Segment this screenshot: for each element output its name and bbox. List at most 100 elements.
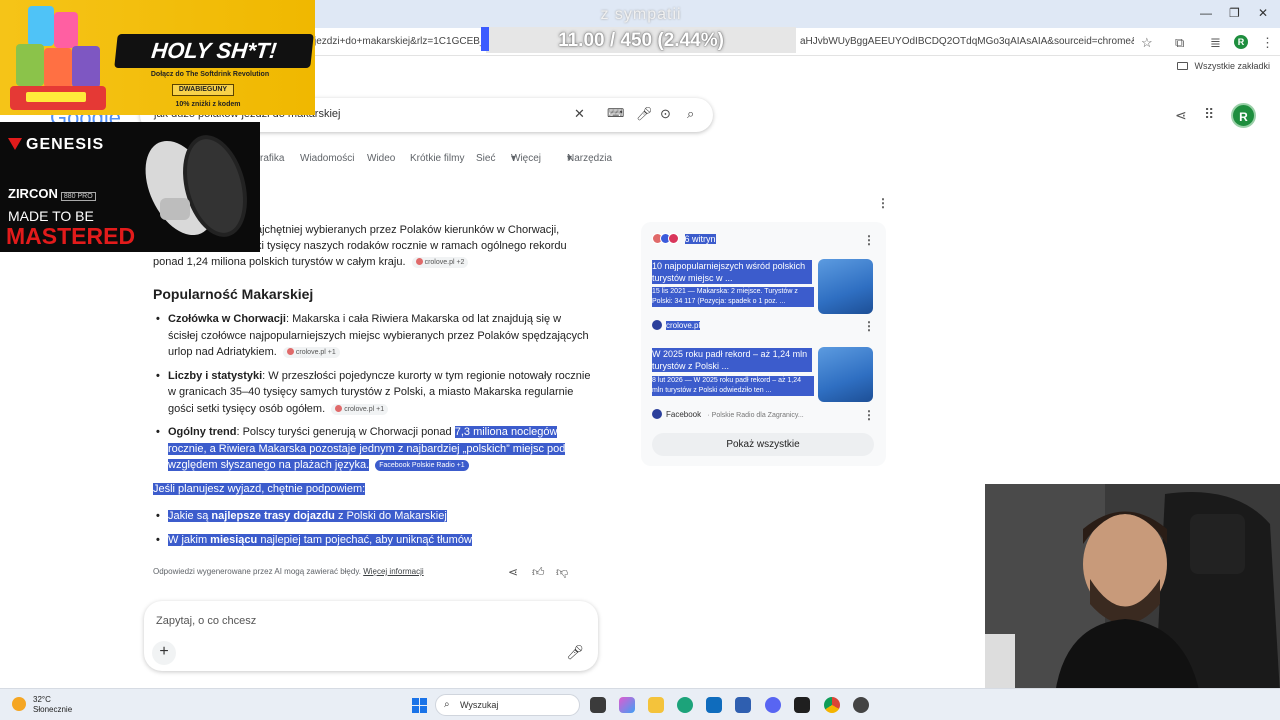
plan-item-text: W jakim (168, 533, 211, 546)
drink-cans-image (10, 6, 106, 110)
citation-chip[interactable]: Facebook Polskie Radio +1 (375, 460, 469, 471)
taskbar: 32°C Słonecznie ⌕ Wyszukaj (0, 688, 1280, 720)
source-line[interactable]: crolove.pl (652, 320, 701, 330)
chrome-icon[interactable] (824, 697, 840, 713)
tab-siec[interactable]: Sieć (476, 153, 495, 164)
source-thumbnail[interactable] (818, 347, 873, 402)
maximize-icon[interactable]: ❐ (1229, 6, 1240, 20)
all-bookmarks[interactable]: Wszystkie zakładki (1177, 61, 1270, 71)
app-icon[interactable] (794, 697, 810, 713)
ai-overview-menu-icon[interactable]: ⋮ (877, 196, 889, 210)
extensions-icon[interactable]: ⧉ (1175, 35, 1184, 51)
add-attachment-button[interactable]: + (152, 641, 176, 665)
share-icon[interactable]: ⋖ (508, 565, 518, 579)
card-menu-icon[interactable]: ⋮ (863, 319, 875, 333)
source-extra: Polskie Radio dla Zagranicy... (711, 412, 804, 419)
store-icon[interactable] (735, 697, 751, 713)
browser-profile-avatar[interactable]: R (1234, 35, 1248, 49)
discord-icon[interactable] (765, 697, 781, 713)
url-text-left[interactable]: jezdzi+do+makarskiej&rlz=1C1GCEB_enP (314, 36, 482, 47)
citation-chip[interactable]: crolove.pl +1 (331, 403, 389, 415)
minimize-icon[interactable]: — (1200, 6, 1212, 20)
share-icon[interactable]: ⋖ (1175, 107, 1187, 124)
close-window-icon[interactable]: ✕ (1258, 6, 1268, 20)
plan-item-bold: miesiącu (210, 533, 258, 546)
source-card-title[interactable]: W 2025 roku padł rekord – aż 1,24 mln tu… (652, 348, 812, 372)
file-explorer-icon[interactable] (648, 697, 664, 713)
sources-menu-icon[interactable]: ⋮ (863, 233, 875, 247)
account-avatar[interactable]: R (1231, 103, 1256, 128)
windows-start-icon[interactable] (412, 698, 427, 713)
folder-icon (1177, 62, 1189, 70)
card-menu-icon[interactable]: ⋮ (863, 408, 875, 422)
tab-wiadomosci[interactable]: Wiadomości (300, 153, 354, 164)
ad-slogan-2: MASTERED (6, 223, 136, 249)
crolove-favicon-icon (652, 320, 662, 330)
ad-discount: 10% zniżki z kodem (175, 101, 241, 108)
show-all-button[interactable]: Pokaż wszystkie (652, 433, 874, 456)
citation-label: crolove.pl +2 (424, 259, 465, 266)
outlook-icon[interactable] (706, 697, 722, 713)
source-name: Facebook (666, 410, 702, 419)
bullet-list: Czołówka w Chorwacji: Makarska i cała Ri… (153, 311, 593, 474)
bullet-text: : Polscy turyści generują w Chorwacji po… (236, 426, 455, 438)
source-card-snippet: 15 lis 2021 — Makarska: 2 miejsce. Turys… (652, 287, 814, 307)
sources-header[interactable]: 6 witryn (652, 233, 716, 246)
search-icon[interactable]: ⌕ (687, 106, 694, 122)
browser-menu-icon[interactable]: ⋮ (1261, 35, 1274, 51)
chevron-down-icon: ▾ (511, 153, 517, 164)
bullet-item: Czołówka w Chorwacji: Makarska i cała Ri… (153, 311, 593, 361)
crolove-favicon-icon (286, 348, 294, 355)
taskbar-search[interactable]: ⌕ Wyszukaj (435, 694, 580, 716)
source-card-title[interactable]: 10 najpopularniejszych wśród polskich tu… (652, 260, 812, 284)
sun-icon (12, 697, 26, 711)
taskbar-search-label: Wyszukaj (460, 700, 499, 710)
weather-widget[interactable]: 32°C Słonecznie (12, 695, 72, 715)
ad-product-badge: 880 PRO (60, 192, 96, 201)
google-apps-icon[interactable]: ⠿ (1204, 106, 1214, 123)
section-heading: Popularność Makarskiej (153, 286, 314, 302)
tab-wideo[interactable]: Wideo (367, 153, 395, 164)
clear-search-icon[interactable]: ✕ (574, 106, 585, 122)
sponsor-banner-mouse: GENESIS ZIRCON 880 PRO MADE TO BE MASTERE… (0, 122, 260, 252)
ask-input[interactable]: Zapytaj, o co chcesz (156, 615, 256, 627)
tab-krotkie-filmy[interactable]: Krótkie filmy (410, 153, 464, 164)
copilot-icon[interactable] (619, 697, 635, 713)
lens-icon[interactable]: ⊙ (660, 106, 671, 122)
ad-product: ZIRCON 880 PRO (8, 186, 96, 201)
bullet-item: Ogólny trend: Polscy turyści generują w … (153, 424, 593, 474)
reading-list-icon[interactable]: ≣ (1210, 35, 1221, 51)
tab-grafika[interactable]: rafika (260, 153, 284, 164)
sources-count: 6 witryn (684, 233, 716, 244)
crolove-favicon-icon (335, 404, 343, 412)
obs-icon[interactable] (853, 697, 869, 713)
weather-temp: 32°C (33, 695, 51, 704)
plan-item-text: z Polski do Makarskiej (334, 510, 447, 522)
keyboard-icon[interactable]: ⌨ (607, 106, 624, 120)
citation-chip[interactable]: crolove.pl +2 (411, 257, 469, 268)
plan-item[interactable]: Jakie są najlepsze trasy dojazdu z Polsk… (153, 508, 593, 525)
citation-label: crolove.pl +1 (295, 349, 336, 356)
mic-icon[interactable]: 🎤︎ (636, 106, 653, 122)
plan-item[interactable]: W jakim miesiącu najlepiej tam pojechać,… (153, 532, 593, 549)
ad-brand: GENESIS (8, 136, 104, 154)
donation-goal-count: 11.00 / 450 (2.44%) (558, 30, 724, 51)
source-thumbnail[interactable] (818, 259, 873, 314)
sponsor-banner-drinks: HOLY SH*T! Dołącz do The Softdrink Revol… (0, 0, 315, 115)
search-icon: ⌕ (444, 699, 450, 710)
edge-icon[interactable] (677, 697, 693, 713)
ad-headline: HOLY SH*T! (114, 34, 314, 68)
task-view-icon[interactable] (590, 697, 606, 713)
thumbs-down-icon[interactable]: 👎︎ (556, 565, 568, 580)
more-info-link[interactable]: Więcej informacji (363, 567, 423, 576)
mic-icon[interactable]: 🎤︎ (566, 644, 584, 661)
bullet-bold: Liczby i statystyki (168, 369, 263, 382)
source-line[interactable]: Facebook · Polskie Radio dla Zagranicy..… (652, 409, 804, 419)
url-text-right[interactable]: aHJvbWUyBggAEEUYOdIBCDQ2OTdqMGo3qAIAsAIA… (800, 36, 1134, 47)
bookmark-star-icon[interactable]: ☆ (1141, 35, 1153, 51)
thumbs-up-icon[interactable]: 👍︎ (532, 565, 545, 580)
ask-box[interactable]: Zapytaj, o co chcesz + 🎤︎ (144, 601, 598, 671)
citation-chip[interactable]: crolove.pl +1 (282, 347, 340, 358)
bullet-bold: Czołówka w Chorwacji (168, 313, 286, 325)
genesis-logo-icon (8, 138, 22, 150)
